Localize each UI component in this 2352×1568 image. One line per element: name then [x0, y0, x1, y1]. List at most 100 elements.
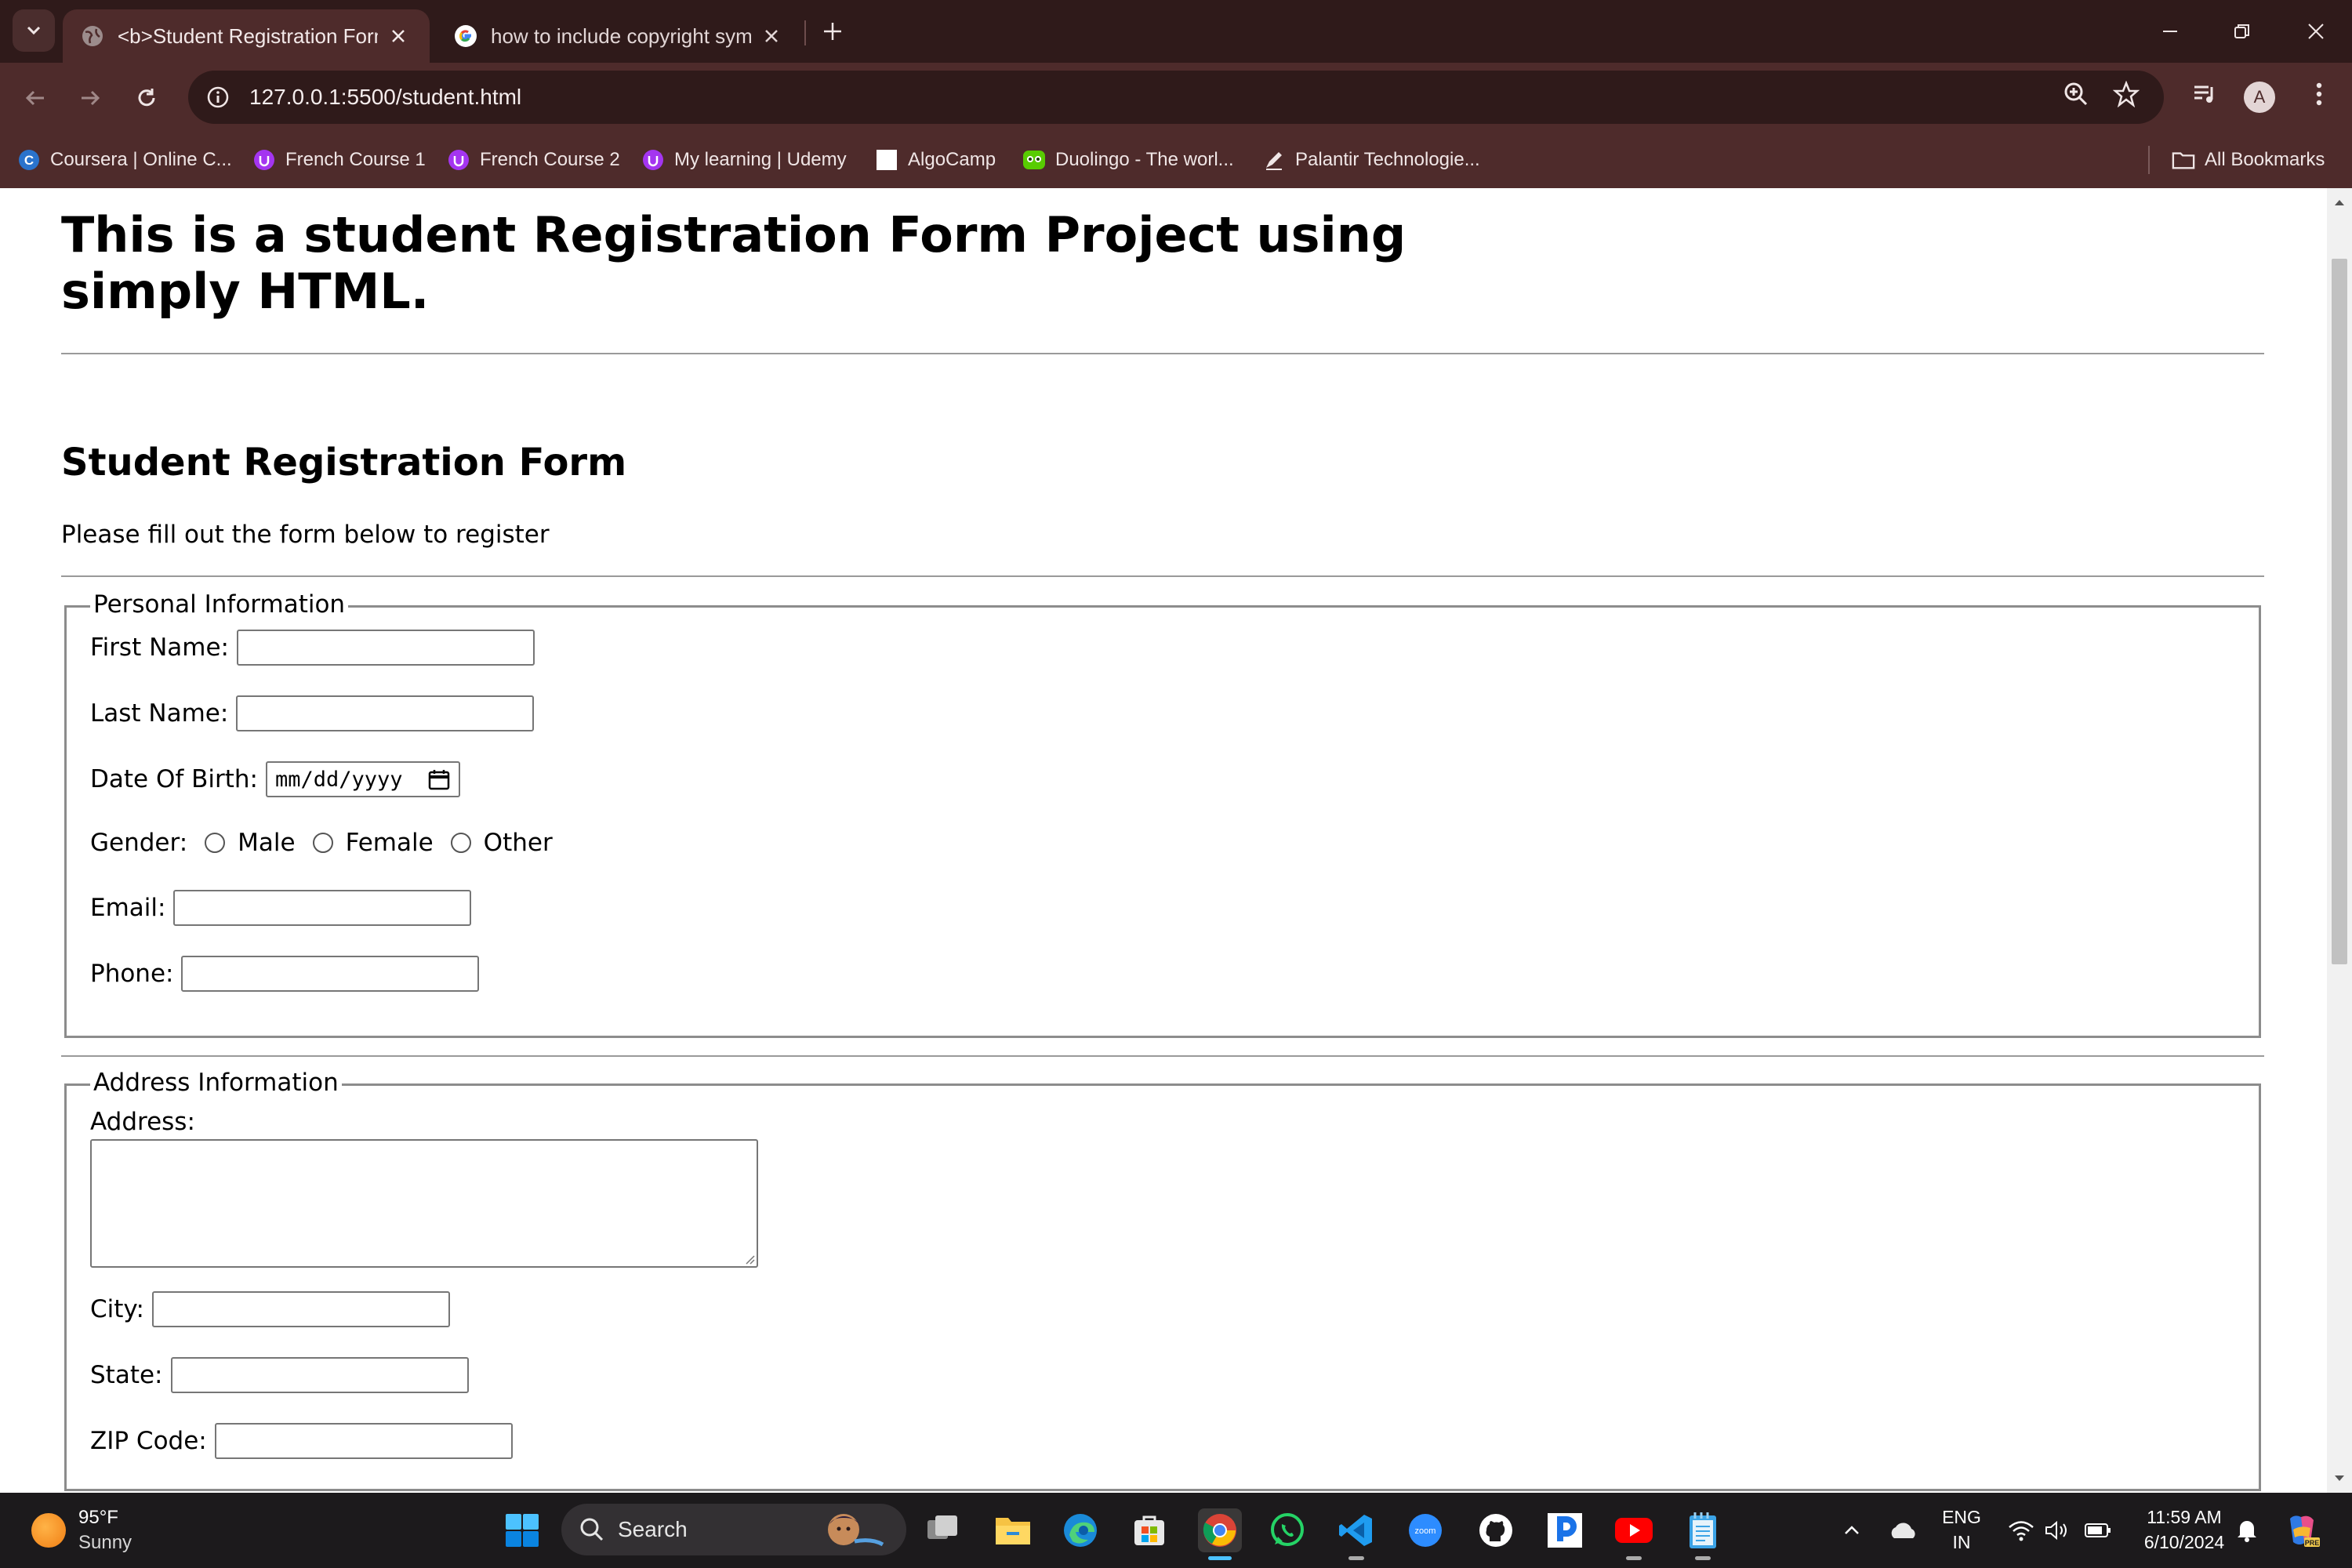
- address-info-legend: Address Information: [90, 1069, 342, 1097]
- city-input[interactable]: [151, 1291, 450, 1327]
- media-control-button[interactable]: [2186, 75, 2223, 113]
- input-region[interactable]: IN: [1940, 1532, 1984, 1553]
- zoom-app-button[interactable]: zoom: [1403, 1508, 1447, 1552]
- edge-icon: [1064, 1514, 1097, 1547]
- all-bookmarks-button[interactable]: All Bookmarks: [2172, 146, 2325, 174]
- windows-taskbar: 95°F Sunny Search zoom ENG IN 11:59 AM 6…: [0, 1493, 2352, 1568]
- city-label: City:: [90, 1295, 144, 1323]
- bookmark-label: All Bookmarks: [2205, 149, 2325, 170]
- bookmark-duolingo[interactable]: Duolingo - The worl...: [1022, 146, 1234, 174]
- zoom-in-icon: [2064, 82, 2088, 106]
- horizontal-rule: [61, 575, 2264, 577]
- sun-icon[interactable]: [31, 1513, 66, 1548]
- bookmark-coursera[interactable]: C Coursera | Online C...: [17, 146, 232, 174]
- minimize-button[interactable]: [2147, 11, 2194, 52]
- calendar-icon[interactable]: [427, 768, 451, 791]
- scrollbar-thumb[interactable]: [2332, 259, 2347, 964]
- first-name-input[interactable]: [237, 630, 535, 666]
- chrome-icon: [1203, 1514, 1236, 1547]
- bookmark-udemy-learning[interactable]: My learning | Udemy: [641, 146, 847, 174]
- weather-temperature[interactable]: 95°F: [78, 1507, 118, 1529]
- email-input[interactable]: [173, 890, 472, 926]
- whatsapp-button[interactable]: [1265, 1508, 1309, 1552]
- battery-icon: [2085, 1523, 2111, 1537]
- email-row: Email:: [90, 890, 472, 926]
- scroll-down-icon[interactable]: [2333, 1474, 2346, 1483]
- tab-search-button[interactable]: [13, 9, 55, 52]
- gender-other-radio[interactable]: [450, 833, 471, 853]
- tab-student-registration[interactable]: <b>Student Registration Form</b>: [63, 9, 430, 63]
- file-explorer-button[interactable]: [991, 1508, 1035, 1552]
- bookmark-french-course-2[interactable]: French Course 2: [447, 146, 620, 174]
- github-button[interactable]: [1474, 1508, 1518, 1552]
- last-name-input[interactable]: [236, 695, 535, 731]
- browser-menu-button[interactable]: [2300, 75, 2338, 113]
- profile-avatar[interactable]: A: [2244, 82, 2275, 113]
- input-language[interactable]: ENG: [1940, 1507, 1984, 1528]
- arrow-left-icon: [25, 90, 44, 106]
- start-button[interactable]: [500, 1508, 544, 1552]
- zoom-button[interactable]: [2057, 75, 2095, 113]
- gender-label: Gender:: [90, 829, 188, 857]
- gender-female-radio[interactable]: [312, 833, 333, 853]
- address-textarea[interactable]: [90, 1139, 758, 1268]
- state-label: State:: [90, 1361, 163, 1389]
- chrome-button[interactable]: [1198, 1508, 1242, 1560]
- last-name-label: Last Name:: [90, 699, 229, 728]
- resize-handle-icon[interactable]: [742, 1252, 755, 1265]
- vscode-button[interactable]: [1334, 1508, 1378, 1560]
- close-window-button[interactable]: [2292, 11, 2339, 52]
- zip-input[interactable]: [214, 1423, 513, 1459]
- bookmark-french-course-1[interactable]: French Course 1: [252, 146, 426, 174]
- pycharm-style-button[interactable]: [1543, 1508, 1587, 1552]
- horizontal-rule: [61, 1055, 2264, 1057]
- battery-button[interactable]: [2076, 1508, 2120, 1552]
- form-title: Student Registration Form: [61, 441, 627, 485]
- gender-male-radio[interactable]: [205, 833, 226, 853]
- duolingo-icon: [1022, 148, 1046, 172]
- onedrive-button[interactable]: [1882, 1508, 1926, 1552]
- back-button[interactable]: [16, 78, 55, 118]
- close-tab-icon[interactable]: [757, 22, 786, 50]
- tab-google-search[interactable]: how to include copyright symbol: [436, 9, 803, 63]
- address-bar[interactable]: 127.0.0.1:5500/student.html: [188, 71, 2164, 124]
- state-row: State:: [90, 1357, 469, 1393]
- weather-condition[interactable]: Sunny: [78, 1532, 132, 1554]
- bookmark-algocamp[interactable]: AlgoCamp: [875, 146, 996, 174]
- volume-button[interactable]: [2035, 1508, 2079, 1552]
- phone-input[interactable]: [181, 956, 480, 992]
- page-scrollbar[interactable]: [2327, 188, 2352, 1493]
- restore-icon: [2234, 24, 2249, 38]
- bookmark-star-button[interactable]: [2107, 75, 2145, 113]
- notepad-button[interactable]: [1681, 1508, 1725, 1560]
- taskbar-search-box[interactable]: Search: [561, 1504, 906, 1555]
- close-tab-icon[interactable]: [384, 22, 412, 50]
- reload-button[interactable]: [127, 78, 166, 118]
- forward-button[interactable]: [71, 78, 110, 118]
- dob-date-input[interactable]: mm/dd/yyyy: [266, 761, 460, 797]
- info-icon[interactable]: [202, 82, 234, 113]
- wifi-icon: [2009, 1521, 2034, 1541]
- edge-button[interactable]: [1058, 1508, 1102, 1552]
- scroll-up-icon[interactable]: [2333, 198, 2346, 207]
- youtube-button[interactable]: [1612, 1508, 1656, 1560]
- notifications-button[interactable]: [2225, 1508, 2269, 1552]
- show-hidden-icons-button[interactable]: [1830, 1508, 1874, 1552]
- horizontal-rule: [61, 353, 2264, 354]
- first-name-row: First Name:: [90, 630, 535, 666]
- minimize-icon: [2163, 31, 2177, 32]
- ms-store-button[interactable]: [1127, 1508, 1171, 1552]
- search-icon: [580, 1518, 604, 1541]
- state-input[interactable]: [170, 1357, 469, 1393]
- web-page-content: This is a student Registration Form Proj…: [0, 188, 2327, 1493]
- bookmark-label: Duolingo - The worl...: [1055, 149, 1234, 170]
- task-view-button[interactable]: [920, 1508, 964, 1552]
- new-tab-button[interactable]: [815, 14, 850, 49]
- more-vertical-icon: [2316, 82, 2322, 106]
- restore-button[interactable]: [2219, 11, 2266, 52]
- form-instruction: Please fill out the form below to regist…: [61, 521, 550, 549]
- bookmark-palantir[interactable]: Palantir Technologie...: [1262, 146, 1480, 174]
- copilot-button[interactable]: PRE: [2280, 1508, 2324, 1552]
- svg-text:zoom: zoom: [1415, 1526, 1436, 1536]
- blank-page-icon: [875, 148, 898, 172]
